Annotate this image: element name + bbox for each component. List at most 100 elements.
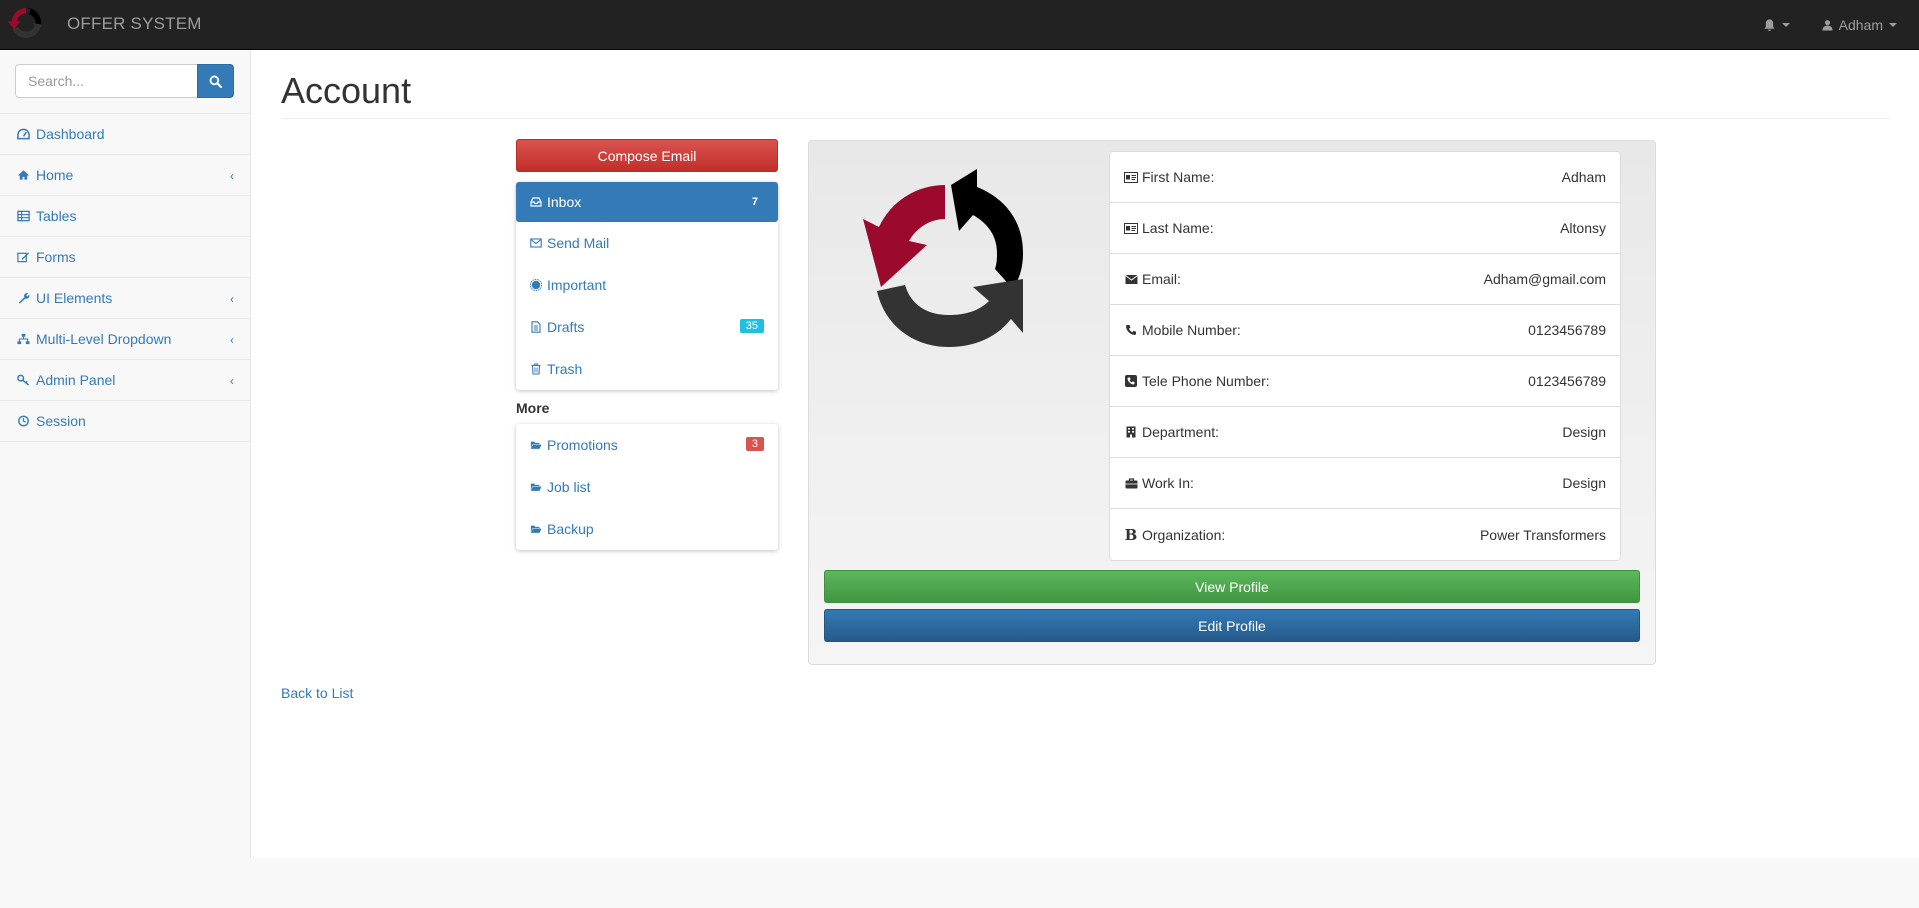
promotions-count-badge: 3: [745, 437, 764, 451]
sidebar-item-label: Forms: [36, 249, 76, 265]
sidebar-item-label: Admin Panel: [36, 372, 116, 388]
search-icon: [209, 75, 222, 88]
chevron-down-icon: [1889, 23, 1897, 27]
field-label: Mobile Number:: [1142, 322, 1241, 338]
sidebar-item-label: Tables: [36, 208, 77, 224]
folder-send-mail[interactable]: Send Mail: [516, 222, 778, 264]
unread-count-badge: 7: [745, 195, 764, 209]
trash-icon: [530, 363, 542, 375]
refresh-arrows-logo-icon: [863, 169, 1023, 347]
home-icon: [16, 168, 30, 182]
bold-icon: B: [1124, 525, 1138, 544]
field-telephone-number: Tele Phone Number: 0123456789: [1110, 356, 1620, 407]
sidebar-item-home[interactable]: Home ‹: [0, 155, 250, 196]
sidebar-item-label: UI Elements: [36, 290, 113, 306]
folder-backup[interactable]: Backup: [516, 508, 778, 550]
sidebar-item-label: Dashboard: [36, 126, 105, 142]
id-card-icon: [1124, 170, 1138, 184]
field-value: Altonsy: [1560, 220, 1606, 236]
chevron-left-icon: ‹: [230, 169, 234, 183]
folder-important[interactable]: Important: [516, 264, 778, 306]
search-input[interactable]: [15, 64, 197, 98]
mail-folder-list: Inbox 7 Send Mail Important Drafts 35 Tr…: [516, 182, 778, 390]
table-icon: [16, 209, 30, 223]
key-icon: [16, 373, 30, 387]
sidebar-item-forms[interactable]: Forms: [0, 237, 250, 278]
field-label: Last Name:: [1142, 220, 1214, 236]
more-folder-list: Promotions 3 Job list Backup: [516, 424, 778, 550]
sidebar: Dashboard Home ‹ Tables Forms UI Element…: [0, 50, 251, 858]
compose-email-button[interactable]: Compose Email: [516, 139, 778, 172]
field-value: Adham@gmail.com: [1483, 271, 1606, 287]
folder-label: Promotions: [547, 437, 618, 453]
sidebar-item-admin-panel[interactable]: Admin Panel ‹: [0, 360, 250, 401]
chevron-left-icon: ‹: [230, 333, 234, 347]
briefcase-icon: [1124, 476, 1138, 490]
folder-label: Trash: [547, 361, 583, 377]
chevron-left-icon: ‹: [230, 292, 234, 306]
folder-open-icon: [530, 439, 542, 451]
field-email: Email: Adham@gmail.com: [1110, 254, 1620, 305]
field-value: Design: [1562, 424, 1606, 440]
dashboard-icon: [16, 127, 30, 141]
field-value: Design: [1562, 475, 1606, 491]
chevron-down-icon: [1781, 23, 1790, 27]
folder-label: Inbox: [547, 194, 582, 210]
folder-label: Backup: [547, 521, 594, 537]
field-value: Adham: [1561, 169, 1606, 185]
certificate-icon: [530, 279, 542, 291]
search-button[interactable]: [197, 64, 234, 98]
field-work-in: Work In: Design: [1110, 458, 1620, 509]
notifications-dropdown[interactable]: [1747, 0, 1806, 50]
field-label: Tele Phone Number:: [1142, 373, 1270, 389]
field-label: Department:: [1142, 424, 1220, 440]
folder-label: Drafts: [547, 319, 585, 335]
user-icon: [1822, 20, 1833, 31]
view-profile-button[interactable]: View Profile: [824, 570, 1640, 603]
field-organization: B Organization: Power Transformers: [1110, 509, 1620, 560]
file-icon: [530, 321, 542, 333]
page-title: Account: [281, 70, 412, 111]
folder-promotions[interactable]: Promotions 3: [516, 424, 778, 466]
sidebar-item-multi-level-dropdown[interactable]: Multi-Level Dropdown ‹: [0, 319, 250, 360]
folder-trash[interactable]: Trash: [516, 348, 778, 390]
phone-square-icon: [1124, 374, 1138, 388]
field-label: First Name:: [1142, 169, 1215, 185]
id-card-icon: [1124, 221, 1138, 235]
edit-icon: [16, 250, 30, 264]
wrench-icon: [16, 291, 30, 305]
sidebar-item-dashboard[interactable]: Dashboard: [0, 114, 250, 155]
folder-open-icon: [530, 481, 542, 493]
clock-icon: [16, 414, 30, 428]
profile-panel: First Name: Adham Last Name: Altonsy Ema…: [808, 140, 1656, 665]
refresh-arrows-logo-icon[interactable]: [6, 3, 46, 43]
sidebar-item-tables[interactable]: Tables: [0, 196, 250, 237]
sidebar-item-label: Home: [36, 167, 74, 183]
edit-profile-button[interactable]: Edit Profile: [824, 609, 1640, 642]
folder-open-icon: [530, 523, 542, 535]
drafts-count-badge: 35: [739, 319, 764, 333]
field-value: 0123456789: [1528, 322, 1606, 338]
folder-label: Important: [547, 277, 607, 293]
field-value: Power Transformers: [1479, 526, 1606, 543]
folder-job-list[interactable]: Job list: [516, 466, 778, 508]
brand-title[interactable]: OFFER SYSTEM: [67, 14, 202, 34]
chevron-left-icon: ‹: [230, 374, 234, 388]
sidebar-item-session[interactable]: Session: [0, 401, 250, 442]
folder-drafts[interactable]: Drafts 35: [516, 306, 778, 348]
back-to-list-link[interactable]: Back to List: [281, 685, 353, 701]
user-name: Adham: [1838, 17, 1883, 33]
phone-icon: [1124, 323, 1138, 337]
folder-inbox[interactable]: Inbox 7: [516, 182, 778, 222]
bell-icon: [1764, 19, 1775, 32]
sidebar-search: [0, 50, 250, 114]
folder-label: Job list: [547, 479, 591, 495]
user-dropdown[interactable]: Adham: [1806, 0, 1919, 50]
field-label: Email:: [1142, 271, 1181, 287]
folder-label: Send Mail: [547, 235, 610, 251]
page-content: Account Compose Email Inbox 7 Send Mail …: [251, 50, 1919, 858]
field-department: Department: Design: [1110, 407, 1620, 458]
sidebar-item-label: Session: [36, 413, 86, 429]
field-last-name: Last Name: Altonsy: [1110, 203, 1620, 254]
sidebar-item-ui-elements[interactable]: UI Elements ‹: [0, 278, 250, 319]
